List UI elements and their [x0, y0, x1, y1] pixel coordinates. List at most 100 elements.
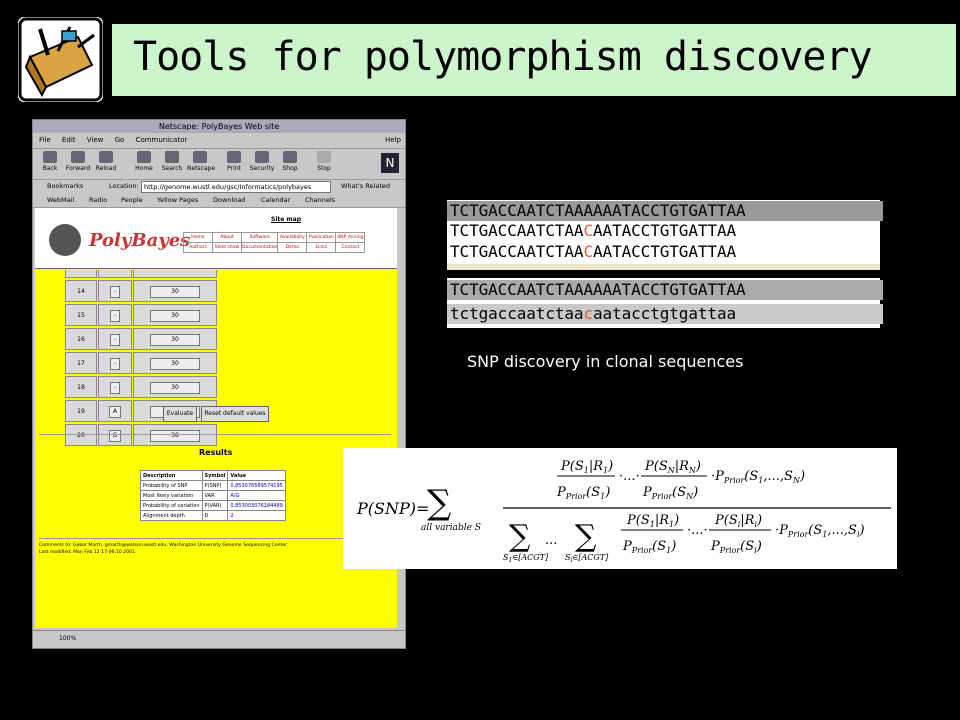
quality-select[interactable]: 30	[150, 382, 200, 394]
toolbox-clipart-icon	[18, 17, 103, 102]
channels-link[interactable]: Channels	[305, 194, 335, 207]
reload-icon	[99, 151, 113, 163]
svg-text:Si∈[ACGT]: Si∈[ACGT]	[565, 553, 609, 564]
calendar-link[interactable]: Calendar	[261, 194, 290, 207]
table-row: Probability of SNP P(SNP) 0.853076589574…	[140, 480, 286, 491]
evaluate-button[interactable]: Evaluate	[163, 406, 197, 422]
formula-sum-sign: ∑	[427, 483, 451, 523]
quality-select[interactable]: 30	[150, 310, 200, 322]
location-bar: Bookmarks Location: http://genome.wustl.…	[33, 179, 405, 193]
download-link[interactable]: Download	[213, 194, 245, 207]
grid-position: 14	[65, 280, 97, 302]
print-button[interactable]: Print	[221, 151, 247, 172]
base-select[interactable]: G	[108, 430, 122, 442]
menu-go[interactable]: Go	[115, 136, 125, 144]
svg-text:...: ...	[545, 533, 557, 548]
security-button[interactable]: Security	[249, 151, 275, 172]
menu-view[interactable]: View	[87, 136, 104, 144]
table-row: Most likely variation VAR A/G	[140, 490, 286, 501]
sitemap-link-documentation[interactable]: Documentation	[240, 242, 279, 253]
location-label: Location:	[109, 182, 139, 190]
grid-position: 19	[65, 400, 97, 422]
forward-button[interactable]: Forward	[65, 151, 91, 172]
sitemap-link-demo[interactable]: Demo	[277, 242, 308, 253]
table-row: Probability of variation P(VAR) 0.853003…	[140, 500, 286, 511]
svg-text:·PPrior(S1,...,SN): ·PPrior(S1,...,SN)	[711, 469, 805, 485]
back-icon	[43, 151, 57, 163]
footer-modified: Last modified: Mon Feb 12 17:06:10 2001	[39, 550, 135, 555]
svg-text:PPrior(S1): PPrior(S1)	[556, 485, 610, 501]
sitemap-title: Site map	[271, 216, 301, 223]
url-field[interactable]: http://genome.wustl.edu/gsc/Informatics/…	[141, 181, 331, 193]
sitemap-table: Home About Software Availability Publica…	[183, 232, 366, 253]
base-select[interactable]: -	[109, 310, 121, 322]
grid-row: 16- 30	[65, 328, 217, 350]
sitemap-link-links[interactable]: Links	[306, 242, 337, 253]
yellow-pages-link[interactable]: Yellow Pages	[157, 194, 198, 207]
grid-position: 16	[65, 328, 97, 350]
divider	[39, 434, 391, 435]
quality-select[interactable]: 38	[150, 430, 200, 442]
sequence-row: TCTGACCAATCTAACAATACCTGTGATTAA	[450, 221, 737, 240]
sitemap-link-home[interactable]: Home	[183, 232, 213, 243]
sitemap-link-snp-mining[interactable]: SNP mining	[335, 232, 366, 243]
menu-edit[interactable]: Edit	[62, 136, 76, 144]
footer-comments: Comments to: Gabor Marth, gmarth@watson.…	[39, 543, 288, 548]
netscape-button[interactable]: Netscape	[187, 151, 215, 172]
svg-text:P(SN|RN): P(SN|RN)	[644, 459, 701, 475]
slide-title: Tools for polymorphism discovery	[133, 34, 873, 80]
quality-select[interactable]: 30	[150, 358, 200, 370]
base-select[interactable]: A	[108, 406, 122, 418]
svg-text:P(S1|R1): P(S1|R1)	[560, 459, 613, 475]
sitemap-link-slide-show[interactable]: Slide show	[212, 242, 242, 253]
sequence-row: TCTGACCAATCTAAAAAATACCTGTGATTAA	[447, 201, 883, 221]
base-select[interactable]: -	[109, 286, 121, 298]
base-select[interactable]: -	[109, 334, 121, 346]
people-link[interactable]: People	[121, 194, 143, 207]
svg-text:·...·: ·...·	[619, 469, 640, 484]
webmail-link[interactable]: WebMail	[47, 194, 74, 207]
whats-related-button[interactable]: What's Related	[341, 179, 390, 193]
grid-position: 15	[65, 304, 97, 326]
shop-button[interactable]: Shop	[277, 151, 303, 172]
portrait-image	[49, 224, 81, 256]
sitemap-link-about[interactable]: About	[212, 232, 242, 243]
zoom-level: 100%	[59, 635, 77, 642]
grid-row-partial	[65, 270, 217, 278]
formula-lhs: P(SNP)=	[356, 499, 429, 518]
shop-icon	[283, 151, 297, 163]
reload-button[interactable]: Reload	[93, 151, 119, 172]
back-button[interactable]: Back	[37, 151, 63, 172]
sitemap-link-contact[interactable]: Contact	[335, 242, 366, 253]
reset-defaults-button[interactable]: Reset default values	[201, 406, 269, 422]
menu-file[interactable]: File	[39, 136, 51, 144]
grid-row: 17- 30	[65, 352, 217, 374]
netscape-icon	[193, 151, 207, 163]
quality-select[interactable]: 30	[150, 334, 200, 346]
home-icon	[137, 151, 151, 163]
sitemap-link-availability[interactable]: Availability	[277, 232, 308, 243]
bookmarks-button[interactable]: Bookmarks	[47, 179, 83, 193]
base-select[interactable]: -	[109, 382, 121, 394]
radio-link[interactable]: Radio	[89, 194, 107, 207]
menu-communicator[interactable]: Communicator	[136, 136, 188, 144]
svg-text:PPrior(S1): PPrior(S1)	[622, 539, 676, 555]
menu-help[interactable]: Help	[385, 134, 401, 147]
home-button[interactable]: Home	[131, 151, 157, 172]
grid-row: 20 G 38	[65, 424, 217, 446]
sitemap-link-authors[interactable]: Authors	[183, 242, 213, 253]
stop-button[interactable]: Stop	[311, 151, 337, 172]
nav-toolbar: Back Forward Reload Home Search Netscape…	[33, 148, 405, 180]
browser-window: Netscape: PolyBayes Web site File Edit V…	[32, 119, 406, 649]
base-select[interactable]: -	[109, 358, 121, 370]
quality-select[interactable]: 30	[150, 286, 200, 298]
svg-text:P(Si|Ri): P(Si|Ri)	[714, 513, 762, 529]
search-icon	[165, 151, 179, 163]
lock-icon	[255, 151, 269, 163]
sitemap-link-publication[interactable]: Publication	[306, 232, 337, 243]
sequence-row: TCTGACCAATCTAAAAAATACCTGTGATTAA	[447, 280, 883, 300]
sitemap-link-software[interactable]: Software	[240, 232, 279, 243]
search-button[interactable]: Search	[159, 151, 185, 172]
svg-text:P(S1|R1): P(S1|R1)	[626, 513, 679, 529]
results-table: Description Symbol Value Probability of …	[140, 470, 286, 521]
